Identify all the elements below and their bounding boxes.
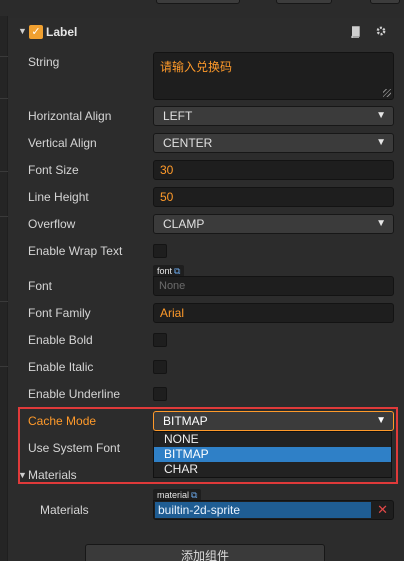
caret-down-icon: ▼ xyxy=(376,415,386,426)
dropdown-option-char[interactable]: CHAR xyxy=(154,462,391,477)
external-link-icon[interactable]: ⧉ xyxy=(174,266,180,276)
close-icon[interactable]: ✕ xyxy=(377,502,388,518)
top-strip xyxy=(0,0,404,16)
vertical-align-select[interactable]: CENTER ▼ xyxy=(153,133,394,153)
horizontal-align-value: LEFT xyxy=(163,109,193,123)
string-label: String xyxy=(28,55,60,69)
dropdown-option-none[interactable]: NONE xyxy=(154,432,391,447)
font-family-input[interactable]: Arial xyxy=(153,303,394,323)
book-icon[interactable] xyxy=(350,26,361,38)
line-height-value: 50 xyxy=(160,190,174,204)
enable-underline-label: Enable Underline xyxy=(28,387,121,401)
overflow-label: Overflow xyxy=(28,217,76,231)
gear-icon[interactable] xyxy=(375,25,387,37)
caret-down-icon: ▼ xyxy=(376,110,386,121)
cache-mode-label: Cache Mode xyxy=(28,414,97,428)
previous-component-button-2[interactable] xyxy=(276,0,332,4)
font-family-value: Arial xyxy=(160,306,185,320)
material-asset-field[interactable]: builtin-2d-sprite ✕ xyxy=(153,500,394,520)
string-value: 请输入兑换码 xyxy=(160,60,233,74)
hierarchy-gutter xyxy=(0,16,8,561)
enable-underline-checkbox[interactable] xyxy=(153,387,167,401)
cache-mode-select[interactable]: BITMAP ▼ xyxy=(153,411,394,431)
cache-mode-dropdown: NONE BITMAP CHAR xyxy=(153,431,392,478)
enable-bold-checkbox[interactable] xyxy=(153,333,167,347)
caret-down-icon: ▼ xyxy=(376,218,386,229)
font-family-label: Font Family xyxy=(28,306,91,320)
resize-grip-icon[interactable] xyxy=(383,89,391,97)
dropdown-option-bitmap[interactable]: BITMAP xyxy=(154,447,391,462)
font-label: Font xyxy=(28,279,53,293)
font-size-input[interactable]: 30 xyxy=(153,160,394,180)
enable-wrap-text-checkbox[interactable] xyxy=(153,244,167,258)
add-component-button[interactable]: 添加组件 xyxy=(85,544,325,561)
triangle-down-icon[interactable]: ▼ xyxy=(18,470,27,480)
font-tag-label: font xyxy=(157,266,173,276)
materials-label: Materials xyxy=(40,503,89,517)
horizontal-align-select[interactable]: LEFT ▼ xyxy=(153,106,394,126)
enable-italic-checkbox[interactable] xyxy=(153,360,167,374)
font-placeholder: None xyxy=(159,280,186,292)
material-tag-label: material xyxy=(157,490,190,500)
enable-italic-label: Enable Italic xyxy=(28,360,94,374)
font-size-label: Font Size xyxy=(28,163,79,177)
triangle-down-icon[interactable]: ▼ xyxy=(18,26,27,36)
overflow-select[interactable]: CLAMP ▼ xyxy=(153,214,394,234)
materials-group-label[interactable]: Materials xyxy=(28,468,77,482)
string-textarea[interactable]: 请输入兑换码 xyxy=(153,52,394,100)
overflow-value: CLAMP xyxy=(163,217,205,231)
material-value: builtin-2d-sprite xyxy=(155,502,371,518)
font-size-value: 30 xyxy=(160,163,174,177)
caret-down-icon: ▼ xyxy=(376,137,386,148)
previous-component-button-3[interactable] xyxy=(370,0,400,4)
previous-component-button[interactable] xyxy=(156,0,240,4)
line-height-input[interactable]: 50 xyxy=(153,187,394,207)
vertical-align-value: CENTER xyxy=(163,136,213,150)
checkmark-icon[interactable]: ✓ xyxy=(29,25,43,39)
line-height-label: Line Height xyxy=(28,190,89,204)
cache-mode-value: BITMAP xyxy=(163,414,208,428)
component-title: Label xyxy=(46,25,78,39)
use-system-font-label: Use System Font xyxy=(28,441,121,455)
horizontal-align-label: Horizontal Align xyxy=(28,109,112,123)
enable-wrap-text-label: Enable Wrap Text xyxy=(28,244,123,258)
vertical-align-label: Vertical Align xyxy=(28,136,97,150)
external-link-icon[interactable]: ⧉ xyxy=(191,490,197,500)
component-header[interactable]: ▼ ✓ Label xyxy=(8,20,404,44)
font-asset-field[interactable]: None xyxy=(153,276,394,296)
enable-bold-label: Enable Bold xyxy=(28,333,93,347)
